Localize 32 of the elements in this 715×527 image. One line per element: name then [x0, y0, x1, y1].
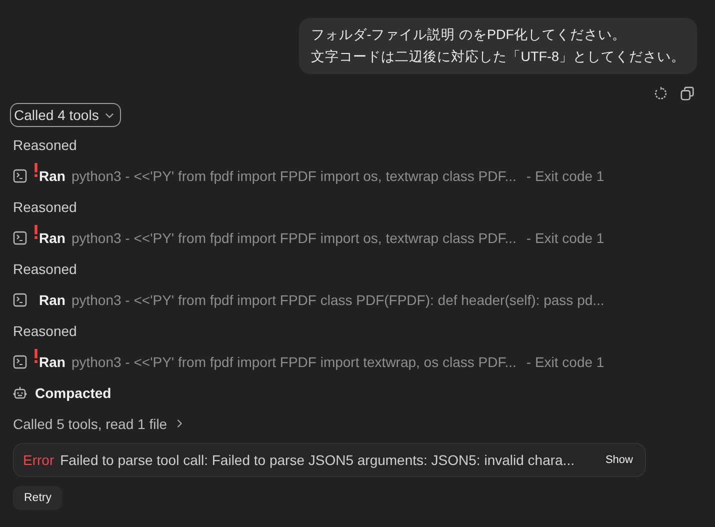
- step-label: Compacted: [35, 384, 112, 400]
- step-label: Reasoned: [13, 198, 77, 214]
- command-text: python3 - <<'PY' from fpdf import FPDF import os, textwrap class PDF...: [71, 230, 516, 246]
- exit-status: - Exit code 1: [526, 230, 604, 246]
- command-text: python3 - <<'PY' from fpdf import FPDF import textwrap, os class PDF...: [71, 354, 516, 370]
- error-label: Error: [23, 452, 54, 468]
- chevron-icon: [175, 419, 184, 428]
- retry-icon[interactable]: [653, 86, 668, 101]
- exit-status: - Exit code 1: [526, 354, 604, 370]
- step-label: Reasoned: [13, 260, 77, 276]
- summary-toggle[interactable]: Called 5 tools, read 1 file: [13, 416, 184, 432]
- copy-icon[interactable]: [680, 86, 695, 101]
- terminal-icon: [13, 168, 27, 182]
- show-button[interactable]: Show: [605, 454, 633, 466]
- terminal-icon: [13, 354, 27, 368]
- user-message: フォルダ-ファイル説明 のをPDF化してください。 文字コードは二辺後に対応した「UTF-8」としてください。: [298, 18, 697, 74]
- terminal-icon: [13, 292, 27, 306]
- step-label: Ran: [39, 354, 66, 370]
- chevron-icon: [104, 110, 114, 120]
- step-label: Ran: [39, 168, 66, 184]
- step-label: Reasoned: [13, 322, 77, 338]
- tool-group-toggle[interactable]: Called 4 tools: [10, 103, 121, 127]
- error-message: Failed to parse tool call: Failed to parse JSON5 arguments: JSON5: invalid chara...: [60, 452, 576, 468]
- robot-icon: [13, 386, 27, 400]
- retry-button[interactable]: Retry: [13, 486, 62, 510]
- exit-status: - Exit code 1: [526, 168, 604, 184]
- terminal-icon: [13, 230, 27, 244]
- command-text: python3 - <<'PY' from fpdf import FPDF class PDF(FPDF): def header(self): pass pd...: [71, 292, 604, 308]
- command-text: python3 - <<'PY' from fpdf import FPDF import os, textwrap class PDF...: [71, 168, 516, 184]
- step-label: Ran: [39, 292, 66, 308]
- step-label: Ran: [39, 230, 66, 246]
- step-label: Reasoned: [13, 136, 77, 152]
